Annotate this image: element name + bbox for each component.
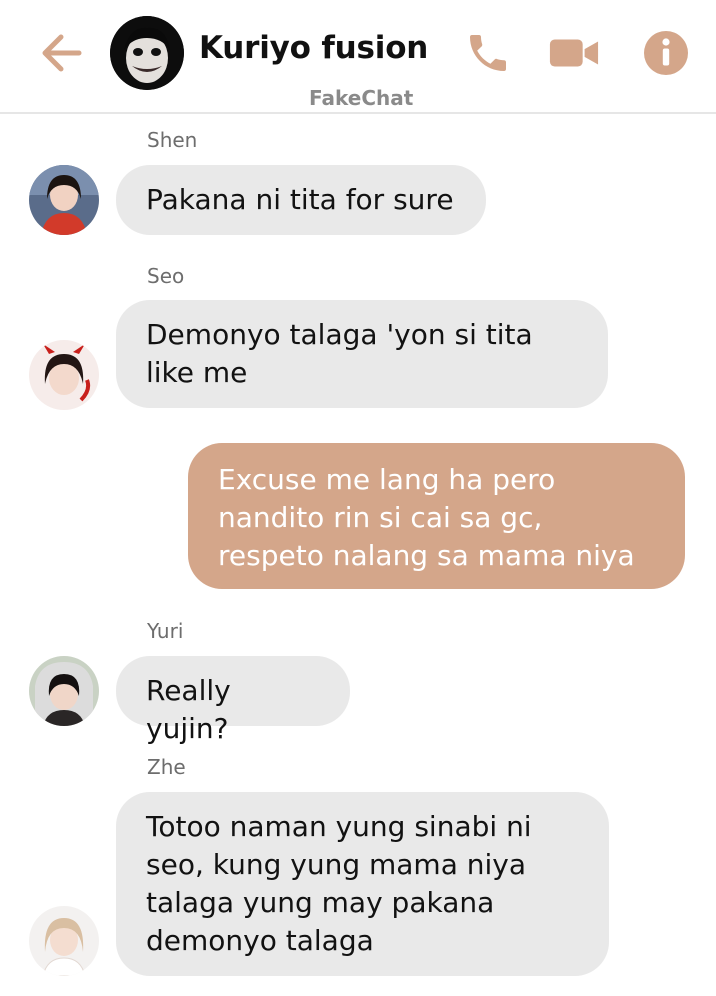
chat-header: Kuriyo fusion FakeChat xyxy=(0,0,716,114)
message-bubble[interactable]: Really yujin? xyxy=(116,656,350,745)
call-button[interactable] xyxy=(462,28,514,78)
chat-subtitle: FakeChat xyxy=(309,86,414,110)
info-icon xyxy=(644,31,688,75)
group-avatar[interactable] xyxy=(110,16,184,90)
message-bubble[interactable]: Pakana ni tita for sure xyxy=(116,165,486,235)
message-bubble-outgoing[interactable]: Excuse me lang ha pero nandito rin si ca… xyxy=(188,443,685,589)
avatar[interactable] xyxy=(29,340,99,410)
video-call-button[interactable] xyxy=(548,28,600,78)
back-arrow-icon xyxy=(42,34,82,72)
avatar[interactable] xyxy=(29,656,99,726)
info-button[interactable] xyxy=(640,28,692,78)
sender-name: Yuri xyxy=(147,619,184,643)
avatar[interactable] xyxy=(29,906,99,976)
sender-name: Shen xyxy=(147,128,198,152)
chat-screen: Kuriyo fusion FakeChat Shen Pakana ni ti… xyxy=(0,0,716,996)
phone-icon xyxy=(470,35,506,71)
video-camera-icon xyxy=(549,39,599,67)
message-bubble[interactable]: Demonyo talaga 'yon si tita like me xyxy=(116,300,608,408)
message-bubble[interactable]: Totoo naman yung sinabi ni seo, kung yun… xyxy=(116,792,609,976)
avatar[interactable] xyxy=(29,165,99,235)
back-button[interactable] xyxy=(36,30,86,76)
sender-name: Seo xyxy=(147,264,185,288)
chat-title[interactable]: Kuriyo fusion xyxy=(199,30,428,66)
sender-name: Zhe xyxy=(147,755,186,779)
